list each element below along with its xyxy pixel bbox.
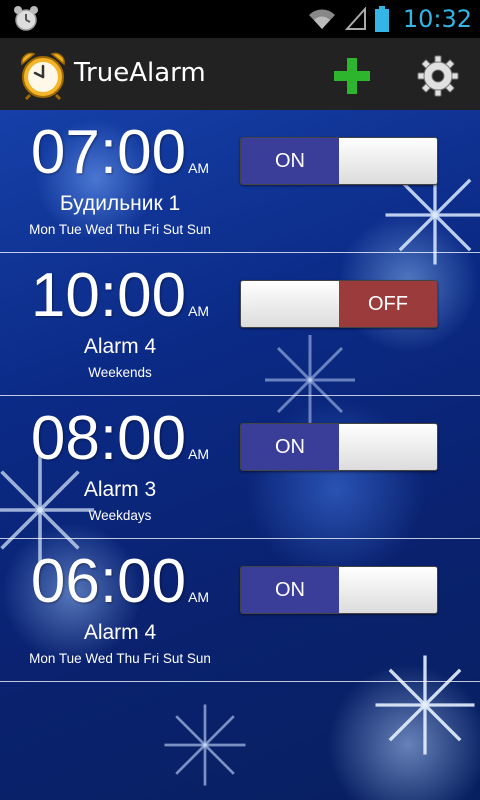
alarm-name: Alarm 4 [83,621,157,644]
alarm-name: Будильник 1 [59,192,181,215]
alarm-time: 10:00 AM [0,261,240,331]
wifi-icon [308,9,335,29]
action-bar: TrueAlarm [0,38,480,112]
alarm-days: Mon Tue Wed Thu Fri Sut Sun [29,222,211,237]
status-bar: 10:32 [0,0,480,38]
alarm-ampm: AM [188,160,210,176]
alarm-days: Weekends [88,365,152,380]
alarm-ampm: AM [188,446,210,462]
status-time: 10:32 [402,5,472,33]
alarm-time-value: 08:00 [30,404,187,473]
snowflake-icon [164,704,246,786]
toggle-thumb [339,567,437,613]
toggle-off-label: OFF [339,281,437,327]
add-alarm-button[interactable] [330,54,374,98]
alarm-toggle[interactable]: OFF [240,280,438,328]
alarm-days: Mon Tue Wed Thu Fri Sut Sun [29,651,211,666]
alarm-time: 08:00 AM [0,404,240,474]
alarm-item[interactable]: 08:00 AM Alarm 3 Weekdays ON [0,396,480,539]
settings-button[interactable] [416,54,460,98]
toggle-on-label: ON [241,424,339,470]
plus-icon [334,58,370,94]
alarm-toggle[interactable]: ON [240,566,438,614]
toggle-thumb [339,424,437,470]
alarm-toggle[interactable]: ON [240,423,438,471]
alarm-item[interactable]: 10:00 AM Alarm 4 Weekends OFF [0,253,480,396]
alarm-toggle[interactable]: ON [240,137,438,185]
alarm-name: Alarm 4 [83,335,157,358]
alarm-ampm: AM [188,303,210,319]
alarm-days: Weekdays [88,508,152,523]
alarm-name: Alarm 3 [83,478,157,501]
alarm-time: 07:00 AM [0,118,240,188]
toggle-thumb [241,281,339,327]
gear-icon [417,55,459,97]
battery-icon [374,6,389,32]
alarm-item[interactable]: 07:00 AM Будильник 1 Mon Tue Wed Thu Fri … [0,110,480,253]
toggle-thumb [339,138,437,184]
toggle-on-label: ON [241,138,339,184]
alarm-clock-icon [21,52,65,100]
alarm-ampm: AM [188,589,210,605]
alarm-time: 06:00 AM [0,547,240,617]
toggle-on-label: ON [241,567,339,613]
alarm-time-value: 07:00 [30,118,187,187]
app-title: TrueAlarm [74,58,206,88]
alarm-item[interactable]: 06:00 AM Alarm 4 Mon Tue Wed Thu Fri Sut … [0,539,480,682]
alarm-time-value: 10:00 [30,261,187,330]
alarm-list[interactable]: 07:00 AM Будильник 1 Mon Tue Wed Thu Fri … [0,110,480,800]
signal-icon [344,7,366,30]
alarm-clock-icon [14,6,38,31]
alarm-time-value: 06:00 [30,547,187,616]
